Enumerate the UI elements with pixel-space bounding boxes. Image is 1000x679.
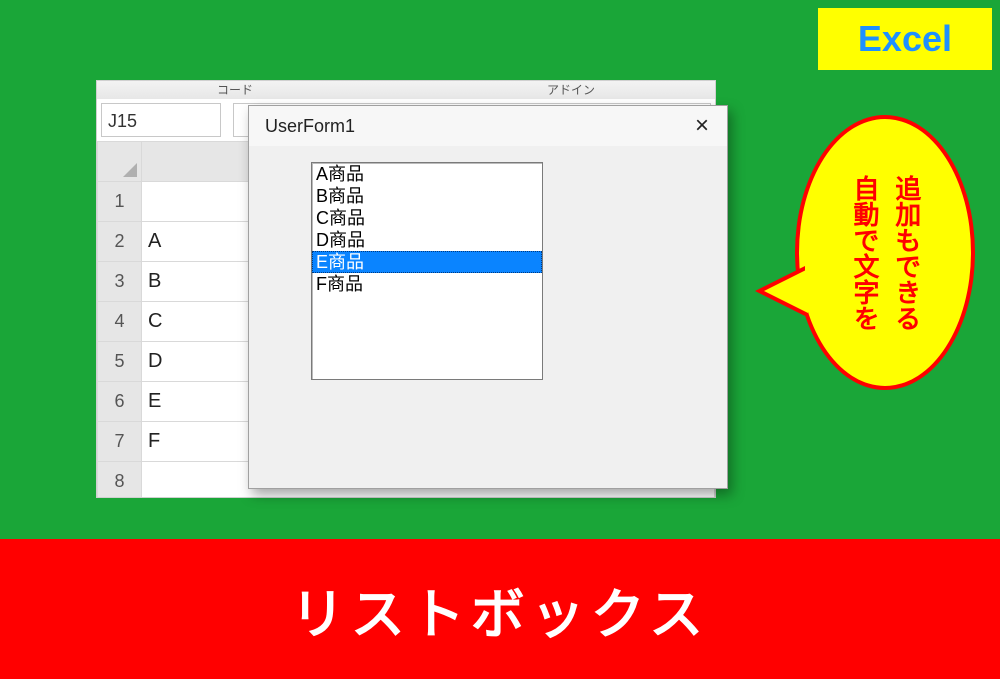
select-all-corner[interactable]: [98, 142, 142, 182]
dialog-title-text: UserForm1: [265, 116, 355, 137]
name-box[interactable]: J15: [101, 103, 221, 137]
row-header[interactable]: 8: [98, 462, 142, 499]
list-item[interactable]: B商品: [312, 185, 542, 207]
userform-dialog: UserForm1 × A商品 B商品 C商品 D商品 E商品 F商品: [248, 105, 728, 489]
list-item[interactable]: C商品: [312, 207, 542, 229]
list-item[interactable]: F商品: [312, 273, 542, 295]
list-item[interactable]: A商品: [312, 163, 542, 185]
row-header[interactable]: 3: [98, 262, 142, 302]
ribbon-hint-left: コード: [217, 81, 253, 99]
excel-badge-label: Excel: [858, 18, 952, 59]
footer-title: リストボックス: [291, 570, 709, 649]
list-item[interactable]: E商品: [312, 251, 542, 273]
close-icon[interactable]: ×: [689, 114, 715, 138]
ribbon-strip: コード アドイン: [97, 81, 715, 99]
list-item[interactable]: D商品: [312, 229, 542, 251]
row-header[interactable]: 4: [98, 302, 142, 342]
row-header[interactable]: 5: [98, 342, 142, 382]
dialog-titlebar[interactable]: UserForm1 ×: [249, 106, 727, 146]
row-header[interactable]: 2: [98, 222, 142, 262]
listbox[interactable]: A商品 B商品 C商品 D商品 E商品 F商品: [311, 162, 543, 380]
excel-badge: Excel: [818, 8, 992, 70]
speech-line-2: 追加もできる: [889, 175, 923, 331]
speech-line-1: 自動で文字を: [847, 175, 881, 331]
row-header[interactable]: 7: [98, 422, 142, 462]
ribbon-hint-right: アドイン: [547, 81, 595, 99]
row-header[interactable]: 1: [98, 182, 142, 222]
speech-bubble: 自動で文字を 追加もできる: [795, 115, 975, 390]
row-header[interactable]: 6: [98, 382, 142, 422]
footer-bar: リストボックス: [0, 539, 1000, 679]
